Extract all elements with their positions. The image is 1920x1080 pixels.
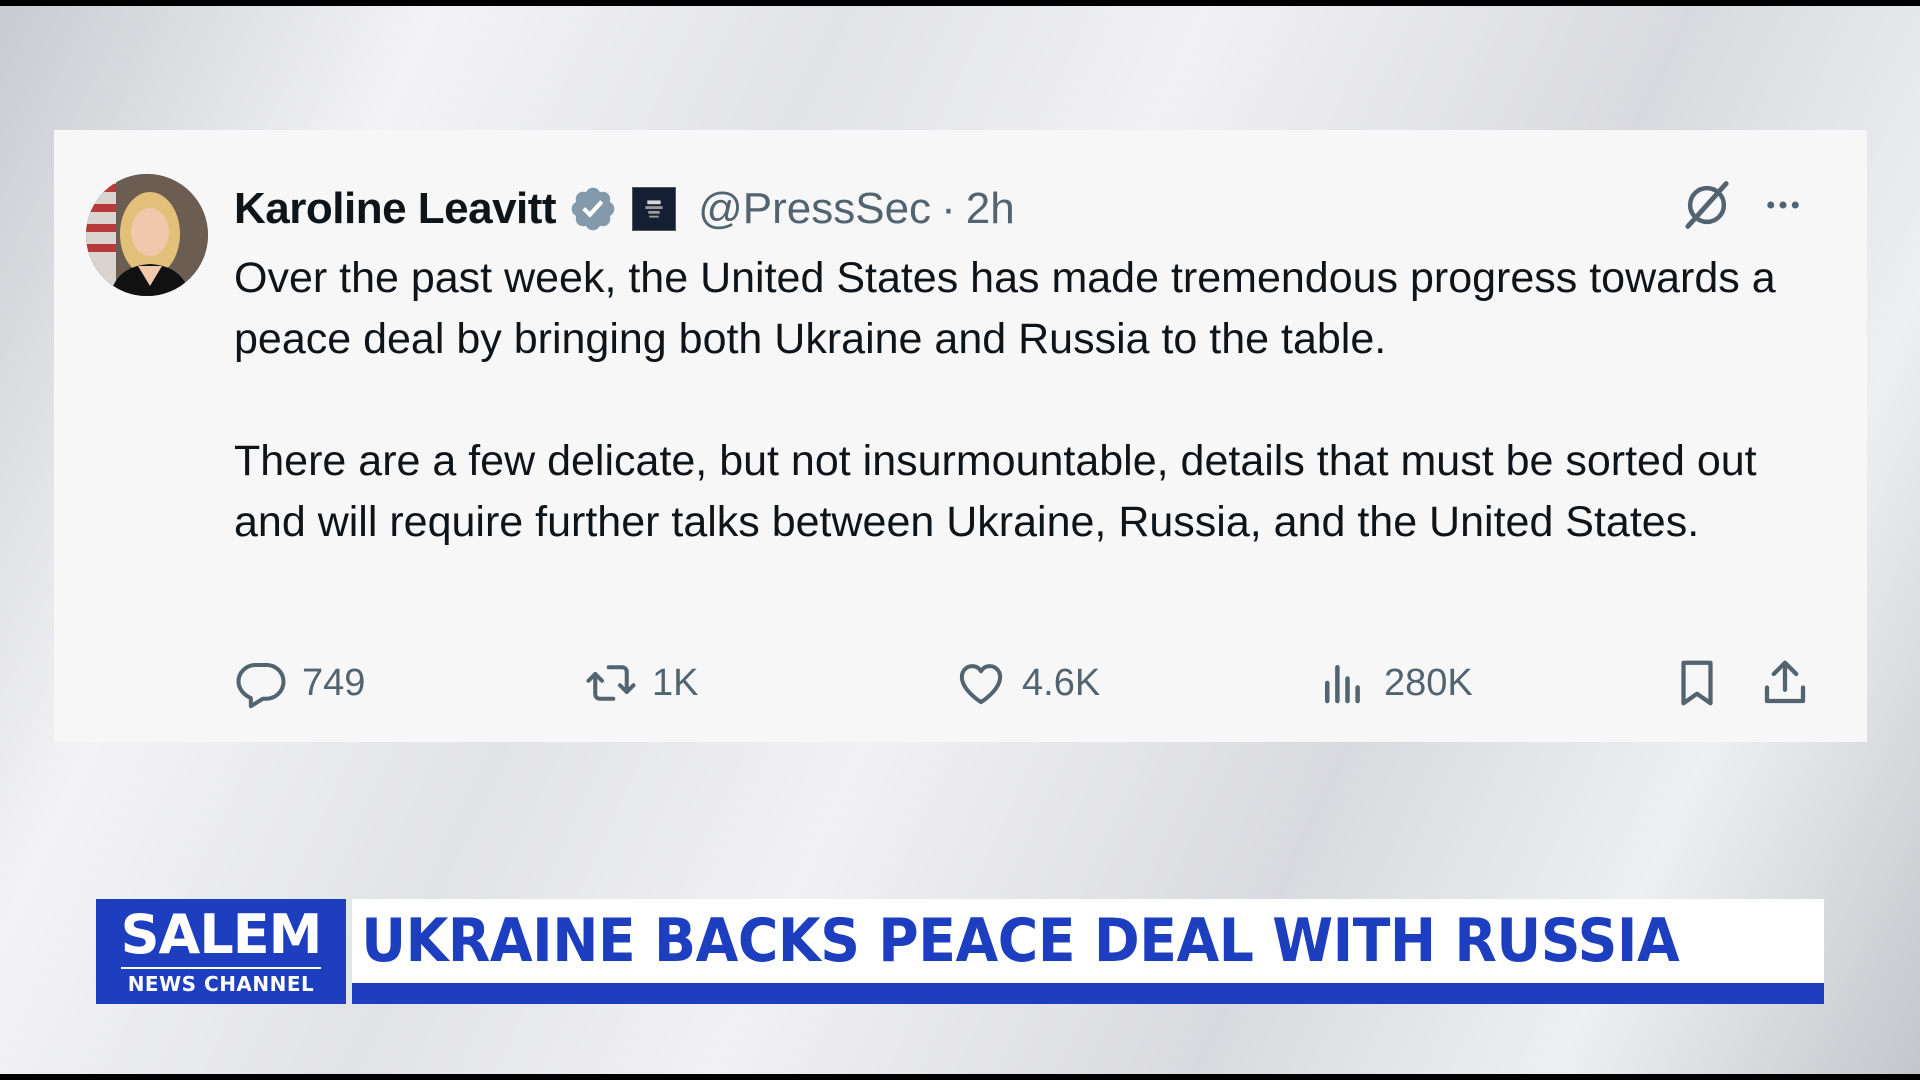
like-count: 4.6K: [1022, 661, 1101, 704]
author-handle[interactable]: @PressSec: [698, 184, 931, 234]
avatar[interactable]: [86, 174, 208, 296]
tweet-card[interactable]: Karoline Leavitt @PressSec · 2h Over the…: [54, 130, 1867, 742]
logo-divider: [121, 967, 321, 969]
repost-button[interactable]: 1K: [584, 648, 698, 718]
views-chart-icon: [1325, 665, 1360, 704]
action-bar: 749 1K 4.6K 280K: [54, 648, 1867, 718]
repost-icon: [586, 665, 636, 701]
reply-count: 749: [302, 661, 366, 704]
grok-icon[interactable]: [1680, 178, 1734, 232]
tweet-header: Karoline Leavitt @PressSec · 2h: [234, 174, 1015, 244]
repost-count: 1K: [652, 661, 699, 704]
reply-button[interactable]: 749: [234, 648, 365, 718]
white-house-affiliate-icon[interactable]: [632, 187, 677, 231]
post-time[interactable]: 2h: [966, 184, 1015, 234]
author-name[interactable]: Karoline Leavitt: [234, 184, 557, 234]
more-icon[interactable]: [1758, 184, 1808, 226]
tweet-paragraph: There are a few delicate, but not insurm…: [234, 437, 1757, 546]
verified-badge-icon[interactable]: [568, 184, 618, 234]
headline-underline-bar: [352, 983, 1824, 1004]
tweet-paragraph: Over the past week, the United States ha…: [234, 254, 1776, 363]
reply-icon: [236, 662, 286, 709]
channel-logo: SALEM NEWS CHANNEL: [96, 899, 346, 1004]
heart-icon: [959, 664, 1003, 705]
views-count: 280K: [1384, 661, 1473, 704]
tweet-text: Over the past week, the United States ha…: [234, 248, 1814, 614]
bookmark-icon: [1681, 660, 1713, 706]
bookmark-button[interactable]: [1670, 648, 1724, 718]
logo-sub-text: NEWS CHANNEL: [127, 972, 315, 996]
news-lower-third: SALEM NEWS CHANNEL UKRAINE BACKS PEACE D…: [96, 899, 1824, 1004]
views-button[interactable]: 280K: [1316, 648, 1473, 718]
share-button[interactable]: [1758, 648, 1812, 718]
like-button[interactable]: 4.6K: [954, 648, 1100, 718]
share-icon: [1764, 660, 1806, 704]
headline-box: UKRAINE BACKS PEACE DEAL WITH RUSSIA: [352, 899, 1824, 983]
broadcast-frame: Karoline Leavitt @PressSec · 2h Over the…: [0, 6, 1920, 1074]
avatar-image: [86, 174, 208, 296]
headline-text: UKRAINE BACKS PEACE DEAL WITH RUSSIA: [361, 906, 1680, 976]
separator-dot: ·: [941, 184, 956, 233]
logo-main-text: SALEM: [120, 903, 323, 966]
